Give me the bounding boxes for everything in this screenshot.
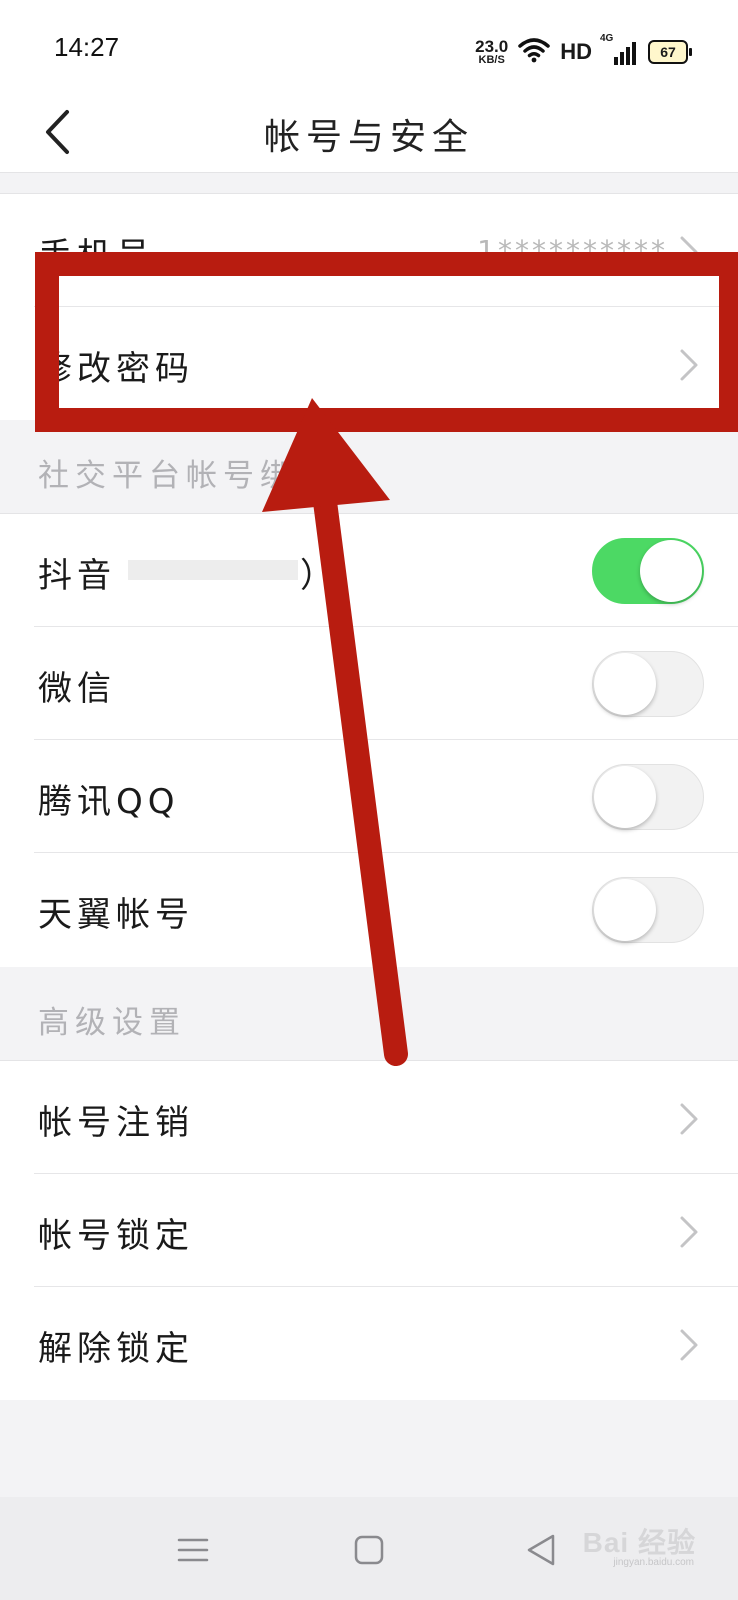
home-button[interactable] xyxy=(344,1525,394,1575)
baidu-watermark: Bai 经验 xyxy=(582,1527,696,1558)
home-square-icon xyxy=(354,1535,384,1565)
annotation-arrow-icon xyxy=(262,398,408,1066)
menu-icon xyxy=(177,1538,209,1562)
menu-button[interactable] xyxy=(168,1525,218,1575)
system-nav-bar: Bai 经验 jingyan.baidu.com xyxy=(0,1497,738,1600)
back-triangle-icon xyxy=(527,1534,555,1566)
baidu-watermark-url: jingyan.baidu.com xyxy=(613,1557,694,1568)
back-nav-button[interactable] xyxy=(516,1525,566,1575)
